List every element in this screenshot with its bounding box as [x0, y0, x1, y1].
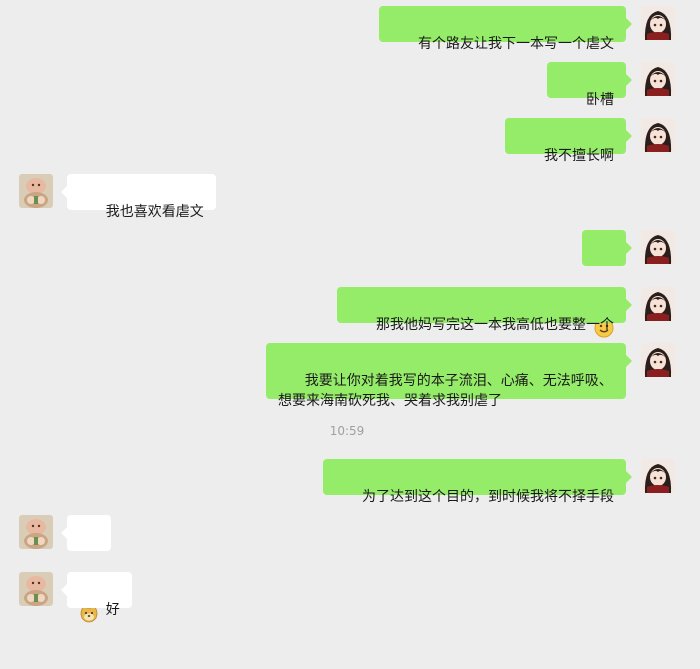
message-bubble[interactable]: 我不擅长啊: [505, 118, 632, 164]
message-bubble[interactable]: 我也喜欢看虐文: [61, 174, 216, 220]
my-avatar[interactable]: [641, 343, 675, 377]
message-text: 好: [105, 602, 120, 618]
message-text: 卧槽: [586, 92, 614, 108]
message-bubble[interactable]: 为了达到这个目的，到时候我将不择手段: [323, 459, 632, 505]
message-timestamp: 10:59: [329, 424, 365, 438]
my-avatar[interactable]: [641, 230, 675, 264]
message-bubble[interactable]: [582, 230, 632, 338]
contact-avatar[interactable]: [19, 174, 53, 208]
message-text: 我不擅长啊: [544, 148, 614, 164]
message-bubble[interactable]: [61, 515, 111, 623]
message-bubble[interactable]: 卧槽: [547, 62, 632, 108]
contact-avatar[interactable]: [19, 515, 53, 549]
message-text: 我也喜欢看虐文: [105, 204, 204, 220]
my-avatar[interactable]: [641, 6, 675, 40]
my-avatar[interactable]: [641, 287, 675, 321]
my-avatar[interactable]: [641, 118, 675, 152]
my-avatar[interactable]: [641, 62, 675, 96]
message-text: 为了达到这个目的，到时候我将不择手段: [362, 489, 614, 505]
chat-window: 有个路友让我下一本写一个虐文 卧槽 我不擅长啊 我也喜欢看虐文 那我他妈写完这一…: [0, 0, 700, 623]
message-text: 有个路友让我下一本写一个虐文: [418, 36, 614, 52]
message-bubble[interactable]: 我要让你对着我写的本子流泪、心痛、无法呼吸、想要来海南砍死我、哭着求我别虐了: [266, 343, 632, 409]
my-avatar[interactable]: [641, 459, 675, 493]
message-text: 我要让你对着我写的本子流泪、心痛、无法呼吸、想要来海南砍死我、哭着求我别虐了: [278, 373, 613, 409]
contact-avatar[interactable]: [19, 572, 53, 606]
message-bubble[interactable]: 那我他妈写完这一本我高低也要整一个: [337, 287, 632, 333]
message-text: 那我他妈写完这一本我高低也要整一个: [376, 317, 614, 333]
message-bubble[interactable]: 有个路友让我下一本写一个虐文: [379, 6, 632, 52]
message-bubble[interactable]: 好: [61, 572, 132, 618]
